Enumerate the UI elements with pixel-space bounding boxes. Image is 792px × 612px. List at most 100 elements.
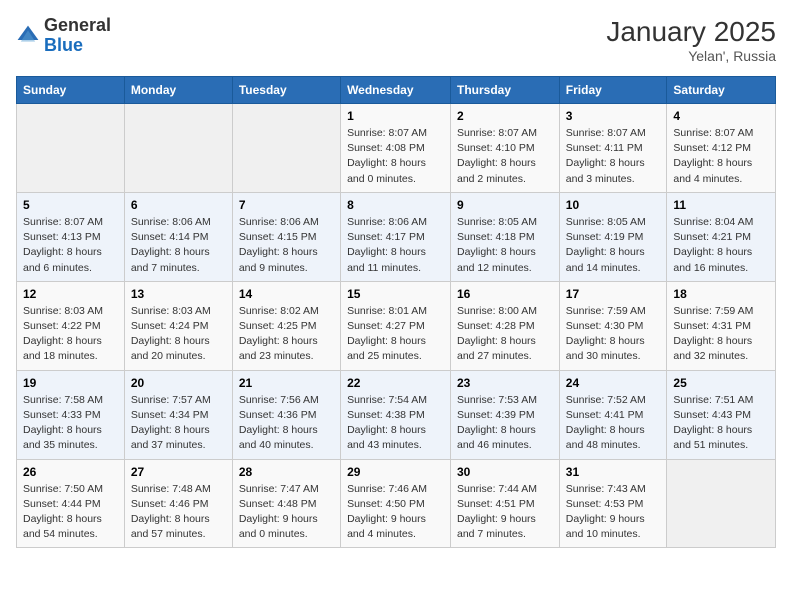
day-info: Sunrise: 8:06 AMSunset: 4:15 PMDaylight:… xyxy=(239,215,334,276)
day-number: 18 xyxy=(673,287,769,301)
week-row-3: 12Sunrise: 8:03 AMSunset: 4:22 PMDayligh… xyxy=(17,281,776,370)
page-header: General Blue January 2025 Yelan', Russia xyxy=(16,16,776,64)
day-info: Sunrise: 7:44 AMSunset: 4:51 PMDaylight:… xyxy=(457,482,553,543)
day-number: 11 xyxy=(673,198,769,212)
calendar-cell: 18 Sunrise: 7:59 AMSunset: 4:31 PMDayligh… xyxy=(667,281,776,370)
title-block: January 2025 Yelan', Russia xyxy=(606,16,776,64)
day-info: Sunrise: 8:03 AMSunset: 4:24 PMDaylight:… xyxy=(131,304,226,365)
day-number: 29 xyxy=(347,465,444,479)
calendar-cell: 17 Sunrise: 7:59 AMSunset: 4:30 PMDayligh… xyxy=(559,281,667,370)
day-info: Sunrise: 7:59 AMSunset: 4:31 PMDaylight:… xyxy=(673,304,769,365)
calendar-cell: 21 Sunrise: 7:56 AMSunset: 4:36 PMDayligh… xyxy=(232,370,340,459)
day-number: 22 xyxy=(347,376,444,390)
day-info: Sunrise: 8:07 AMSunset: 4:11 PMDaylight:… xyxy=(566,126,661,187)
col-header-thursday: Thursday xyxy=(451,77,560,104)
day-info: Sunrise: 8:04 AMSunset: 4:21 PMDaylight:… xyxy=(673,215,769,276)
day-info: Sunrise: 7:47 AMSunset: 4:48 PMDaylight:… xyxy=(239,482,334,543)
day-number: 31 xyxy=(566,465,661,479)
day-number: 15 xyxy=(347,287,444,301)
week-row-5: 26 Sunrise: 7:50 AMSunset: 4:44 PMDayligh… xyxy=(17,459,776,548)
day-number: 12 xyxy=(23,287,118,301)
day-number: 25 xyxy=(673,376,769,390)
day-number: 1 xyxy=(347,109,444,123)
calendar-cell: 15Sunrise: 8:01 AMSunset: 4:27 PMDayligh… xyxy=(341,281,451,370)
day-info: Sunrise: 7:57 AMSunset: 4:34 PMDaylight:… xyxy=(131,393,226,454)
day-number: 24 xyxy=(566,376,661,390)
day-info: Sunrise: 7:58 AMSunset: 4:33 PMDaylight:… xyxy=(23,393,118,454)
col-header-saturday: Saturday xyxy=(667,77,776,104)
calendar-cell: 7 Sunrise: 8:06 AMSunset: 4:15 PMDaylight… xyxy=(232,192,340,281)
col-header-friday: Friday xyxy=(559,77,667,104)
calendar-cell: 25 Sunrise: 7:51 AMSunset: 4:43 PMDayligh… xyxy=(667,370,776,459)
calendar-cell: 6 Sunrise: 8:06 AMSunset: 4:14 PMDaylight… xyxy=(124,192,232,281)
day-number: 14 xyxy=(239,287,334,301)
day-info: Sunrise: 8:05 AMSunset: 4:19 PMDaylight:… xyxy=(566,215,661,276)
col-header-wednesday: Wednesday xyxy=(341,77,451,104)
header-row: SundayMondayTuesdayWednesdayThursdayFrid… xyxy=(17,77,776,104)
day-info: Sunrise: 8:00 AMSunset: 4:28 PMDaylight:… xyxy=(457,304,553,365)
week-row-4: 19Sunrise: 7:58 AMSunset: 4:33 PMDayligh… xyxy=(17,370,776,459)
day-number: 9 xyxy=(457,198,553,212)
calendar-cell: 23 Sunrise: 7:53 AMSunset: 4:39 PMDayligh… xyxy=(451,370,560,459)
day-number: 10 xyxy=(566,198,661,212)
week-row-2: 5 Sunrise: 8:07 AMSunset: 4:13 PMDaylight… xyxy=(17,192,776,281)
calendar-table: SundayMondayTuesdayWednesdayThursdayFrid… xyxy=(16,76,776,548)
day-number: 17 xyxy=(566,287,661,301)
day-info: Sunrise: 8:06 AMSunset: 4:17 PMDaylight:… xyxy=(347,215,444,276)
day-number: 16 xyxy=(457,287,553,301)
calendar-cell: 10 Sunrise: 8:05 AMSunset: 4:19 PMDayligh… xyxy=(559,192,667,281)
day-number: 26 xyxy=(23,465,118,479)
day-info: Sunrise: 8:07 AMSunset: 4:12 PMDaylight:… xyxy=(673,126,769,187)
day-number: 21 xyxy=(239,376,334,390)
day-info: Sunrise: 7:56 AMSunset: 4:36 PMDaylight:… xyxy=(239,393,334,454)
calendar-header: SundayMondayTuesdayWednesdayThursdayFrid… xyxy=(17,77,776,104)
day-number: 4 xyxy=(673,109,769,123)
calendar-cell: 28 Sunrise: 7:47 AMSunset: 4:48 PMDayligh… xyxy=(232,459,340,548)
day-number: 7 xyxy=(239,198,334,212)
calendar-cell: 20 Sunrise: 7:57 AMSunset: 4:34 PMDayligh… xyxy=(124,370,232,459)
calendar-cell: 27Sunrise: 7:48 AMSunset: 4:46 PMDayligh… xyxy=(124,459,232,548)
calendar-cell: 31 Sunrise: 7:43 AMSunset: 4:53 PMDayligh… xyxy=(559,459,667,548)
day-info: Sunrise: 7:59 AMSunset: 4:30 PMDaylight:… xyxy=(566,304,661,365)
calendar-cell: 14 Sunrise: 8:02 AMSunset: 4:25 PMDayligh… xyxy=(232,281,340,370)
day-info: Sunrise: 7:46 AMSunset: 4:50 PMDaylight:… xyxy=(347,482,444,543)
month-year-title: January 2025 xyxy=(606,16,776,48)
calendar-cell: 22Sunrise: 7:54 AMSunset: 4:38 PMDayligh… xyxy=(341,370,451,459)
calendar-cell: 5 Sunrise: 8:07 AMSunset: 4:13 PMDaylight… xyxy=(17,192,125,281)
day-info: Sunrise: 8:06 AMSunset: 4:14 PMDaylight:… xyxy=(131,215,226,276)
day-info: Sunrise: 7:51 AMSunset: 4:43 PMDaylight:… xyxy=(673,393,769,454)
day-number: 20 xyxy=(131,376,226,390)
day-number: 5 xyxy=(23,198,118,212)
day-info: Sunrise: 8:07 AMSunset: 4:13 PMDaylight:… xyxy=(23,215,118,276)
day-number: 23 xyxy=(457,376,553,390)
day-number: 6 xyxy=(131,198,226,212)
calendar-cell xyxy=(17,104,125,193)
day-info: Sunrise: 8:07 AMSunset: 4:10 PMDaylight:… xyxy=(457,126,553,187)
calendar-cell: 16 Sunrise: 8:00 AMSunset: 4:28 PMDayligh… xyxy=(451,281,560,370)
col-header-sunday: Sunday xyxy=(17,77,125,104)
day-info: Sunrise: 7:53 AMSunset: 4:39 PMDaylight:… xyxy=(457,393,553,454)
calendar-cell xyxy=(124,104,232,193)
day-number: 28 xyxy=(239,465,334,479)
calendar-cell: 9 Sunrise: 8:05 AMSunset: 4:18 PMDaylight… xyxy=(451,192,560,281)
calendar-cell: 3 Sunrise: 8:07 AMSunset: 4:11 PMDaylight… xyxy=(559,104,667,193)
calendar-cell: 11 Sunrise: 8:04 AMSunset: 4:21 PMDayligh… xyxy=(667,192,776,281)
week-row-1: 1Sunrise: 8:07 AMSunset: 4:08 PMDaylight… xyxy=(17,104,776,193)
day-number: 27 xyxy=(131,465,226,479)
location-title: Yelan', Russia xyxy=(606,48,776,64)
day-info: Sunrise: 7:50 AMSunset: 4:44 PMDaylight:… xyxy=(23,482,118,543)
day-info: Sunrise: 8:02 AMSunset: 4:25 PMDaylight:… xyxy=(239,304,334,365)
calendar-cell: 8Sunrise: 8:06 AMSunset: 4:17 PMDaylight… xyxy=(341,192,451,281)
calendar-cell: 13Sunrise: 8:03 AMSunset: 4:24 PMDayligh… xyxy=(124,281,232,370)
day-info: Sunrise: 7:52 AMSunset: 4:41 PMDaylight:… xyxy=(566,393,661,454)
calendar-cell: 19Sunrise: 7:58 AMSunset: 4:33 PMDayligh… xyxy=(17,370,125,459)
calendar-cell: 26 Sunrise: 7:50 AMSunset: 4:44 PMDayligh… xyxy=(17,459,125,548)
day-info: Sunrise: 8:05 AMSunset: 4:18 PMDaylight:… xyxy=(457,215,553,276)
day-info: Sunrise: 7:43 AMSunset: 4:53 PMDaylight:… xyxy=(566,482,661,543)
col-header-monday: Monday xyxy=(124,77,232,104)
day-number: 3 xyxy=(566,109,661,123)
day-number: 30 xyxy=(457,465,553,479)
logo: General Blue xyxy=(16,16,111,56)
calendar-cell: 4 Sunrise: 8:07 AMSunset: 4:12 PMDaylight… xyxy=(667,104,776,193)
calendar-cell: 2Sunrise: 8:07 AMSunset: 4:10 PMDaylight… xyxy=(451,104,560,193)
